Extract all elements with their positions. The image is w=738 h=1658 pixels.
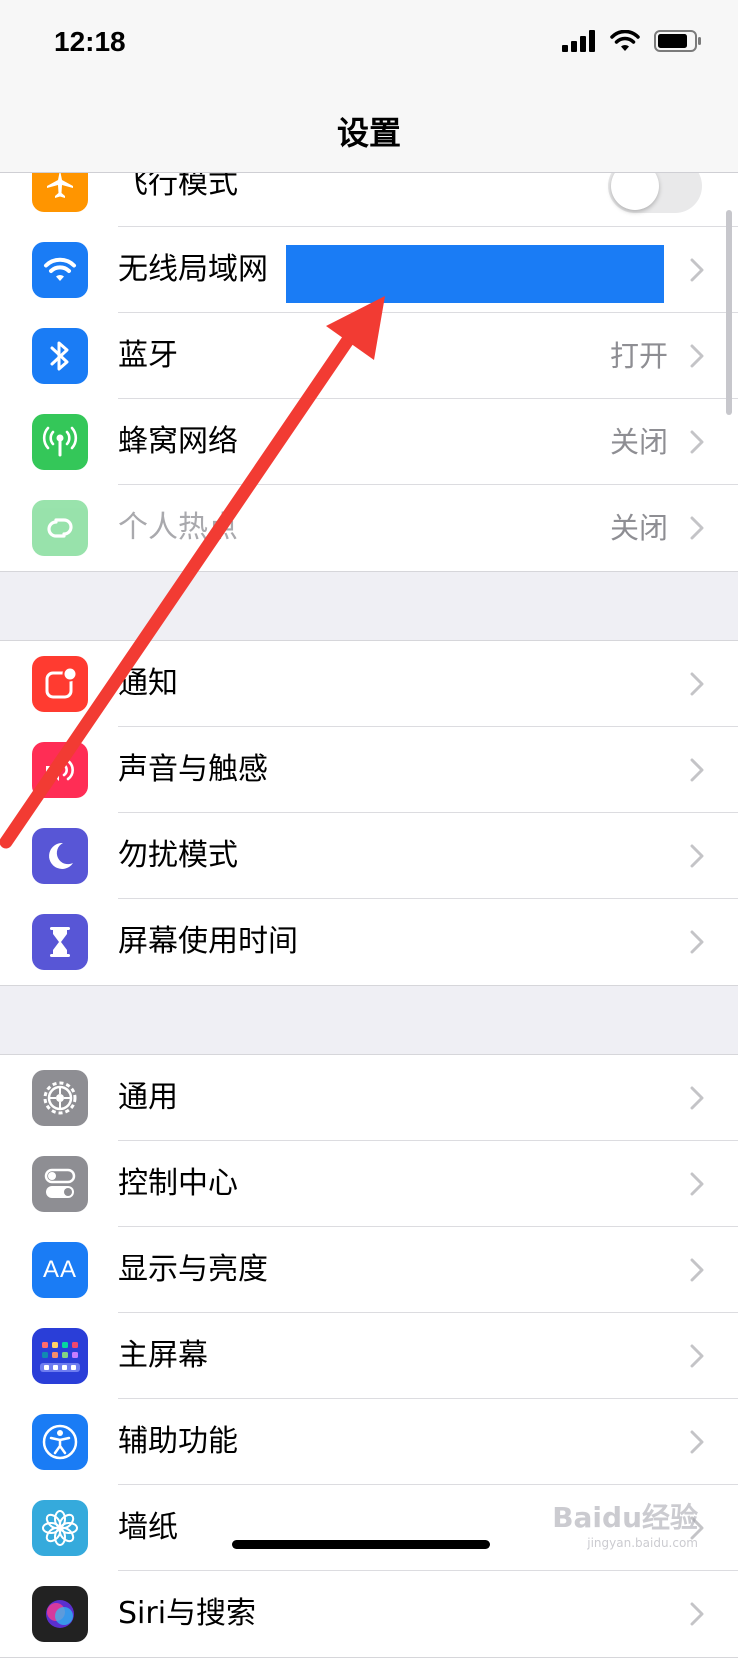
notifications-icon <box>32 656 88 712</box>
siri-icon <box>32 1586 88 1642</box>
settings-row-label: 通知 <box>118 666 178 701</box>
home-indicator[interactable] <box>232 1540 490 1549</box>
settings-row-wlan[interactable]: 无线局域网 <box>0 227 738 313</box>
settings-row-value: 关闭 <box>609 511 668 545</box>
settings-row-label: 声音与触感 <box>118 752 268 787</box>
settings-row-screen-time[interactable]: 屏幕使用时间 <box>0 899 738 985</box>
watermark-logo: Baidu经验 <box>552 1501 698 1534</box>
chevron-right-icon <box>690 1258 704 1282</box>
chevron-right-icon <box>690 1344 704 1368</box>
settings-row-label: 主屏幕 <box>118 1338 208 1373</box>
signal-icon <box>562 30 595 52</box>
settings-row-personal-hotspot[interactable]: 个人热点 关闭 <box>0 485 738 571</box>
settings-row-label: 蜂窝网络 <box>118 424 238 459</box>
hotspot-icon <box>32 500 88 556</box>
chevron-right-icon <box>690 844 704 868</box>
chevron-right-icon <box>690 430 704 454</box>
settings-row-home-screen[interactable]: 主屏幕 <box>0 1313 738 1399</box>
settings-row-value: 关闭 <box>609 425 668 459</box>
chevron-right-icon <box>690 1086 704 1110</box>
settings-row-label: 通用 <box>118 1080 178 1115</box>
status-time: 12:18 <box>54 26 126 57</box>
moon-icon <box>32 828 88 884</box>
settings-row-label: 个人热点 <box>118 510 238 545</box>
wifi-status-icon <box>610 30 640 51</box>
battery-icon <box>654 30 701 52</box>
redacted-network-name <box>286 245 664 303</box>
settings-list[interactable]: 飞行模式 无线局域网 蓝牙 打开 蜂窝网络 关闭 个人热点 关闭 通知 声音与触… <box>0 140 738 1658</box>
settings-row-accessibility[interactable]: 辅助功能 <box>0 1399 738 1485</box>
watermark-url: jingyan.baidu.com <box>587 1536 698 1550</box>
settings-row-label: 墙纸 <box>118 1510 178 1545</box>
settings-row-bluetooth[interactable]: 蓝牙 打开 <box>0 313 738 399</box>
chevron-right-icon <box>690 1172 704 1196</box>
settings-row-label: 勿扰模式 <box>118 838 238 873</box>
gear-icon <box>32 1070 88 1126</box>
settings-row-label: 蓝牙 <box>118 338 178 373</box>
chevron-right-icon <box>690 672 704 696</box>
settings-row-do-not-disturb[interactable]: 勿扰模式 <box>0 813 738 899</box>
settings-row-label: 屏幕使用时间 <box>118 924 298 959</box>
flower-icon <box>32 1500 88 1556</box>
settings-row-label: 辅助功能 <box>118 1424 238 1459</box>
settings-row-cellular[interactable]: 蜂窝网络 关闭 <box>0 399 738 485</box>
status-icons <box>562 30 702 52</box>
wifi-icon <box>32 242 88 298</box>
settings-group-general: 通用 控制中心 AA 显示与亮度 主屏幕 辅助功能 墙纸 Siri与搜索 <box>0 1054 738 1658</box>
switches-icon <box>32 1156 88 1212</box>
cellular-icon <box>32 414 88 470</box>
hourglass-icon <box>32 914 88 970</box>
settings-row-display[interactable]: AA 显示与亮度 <box>0 1227 738 1313</box>
settings-row-sounds[interactable]: 声音与触感 <box>0 727 738 813</box>
watermark: Baidu经验 jingyan.baidu.com <box>552 1496 698 1550</box>
bluetooth-icon <box>32 328 88 384</box>
chevron-right-icon <box>690 516 704 540</box>
settings-group-connectivity: 飞行模式 无线局域网 蓝牙 打开 蜂窝网络 关闭 个人热点 关闭 <box>0 140 738 572</box>
speaker-icon <box>32 742 88 798</box>
chevron-right-icon <box>690 1602 704 1626</box>
text-size-icon: AA <box>32 1242 88 1298</box>
chevron-right-icon <box>690 758 704 782</box>
settings-row-notifications[interactable]: 通知 <box>0 641 738 727</box>
navigation-bar: 设置 <box>0 92 738 173</box>
page-title: 设置 <box>336 114 401 152</box>
accessibility-icon <box>32 1414 88 1470</box>
status-bar: 12:18 <box>0 0 738 100</box>
settings-row-label: 控制中心 <box>118 1166 238 1201</box>
scroll-indicator[interactable] <box>726 210 732 415</box>
settings-row-label: 显示与亮度 <box>118 1252 268 1287</box>
chevron-right-icon <box>690 344 704 368</box>
settings-row-label: Siri与搜索 <box>118 1596 257 1631</box>
chevron-right-icon <box>690 930 704 954</box>
settings-row-general[interactable]: 通用 <box>0 1055 738 1141</box>
chevron-right-icon <box>690 258 704 282</box>
settings-row-label: 无线局域网 <box>118 252 268 287</box>
settings-row-control-center[interactable]: 控制中心 <box>0 1141 738 1227</box>
settings-row-value: 打开 <box>609 339 668 373</box>
settings-row-siri[interactable]: Siri与搜索 <box>0 1571 738 1657</box>
text-size-glyph: AA <box>42 1256 77 1283</box>
home-screen-icon <box>32 1328 88 1384</box>
settings-group-notifications: 通知 声音与触感 勿扰模式 屏幕使用时间 <box>0 640 738 986</box>
chevron-right-icon <box>690 1430 704 1454</box>
